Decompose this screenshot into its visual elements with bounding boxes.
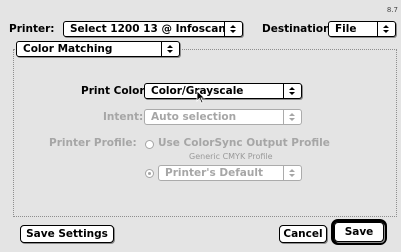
destination-label: Destination: [262,23,335,35]
printer-popup-value: Select 1200 13 @ Infoscan [70,23,226,35]
cancel-button[interactable]: Cancel [279,225,327,243]
colorsync-profile-option[interactable]: Use ColorSync Output Profile [158,137,330,149]
popup-arrows-icon [224,22,242,36]
version-label: 8.7 [386,6,398,14]
save-settings-button[interactable]: Save Settings [20,225,114,243]
printer-default-value: Printer's Default [165,167,263,179]
popup-arrows-icon [283,166,301,180]
popup-arrows-icon [283,84,301,98]
printer-default-radio[interactable] [145,169,154,178]
popup-arrows-icon [377,22,395,36]
print-dialog: 8.7 Printer: Select 1200 13 @ Infoscan D… [0,0,401,252]
printer-label: Printer: [9,23,55,35]
save-button[interactable]: Save [334,222,384,242]
printer-popup[interactable]: Select 1200 13 @ Infoscan [63,21,243,37]
popup-arrows-icon [283,110,301,124]
print-color-label: Print Color: [81,85,149,97]
mouse-pointer-icon [196,90,206,104]
panel-selector-popup[interactable]: Color Matching [16,41,180,57]
destination-popup-value: File [335,23,357,35]
intent-value: Auto selection [151,111,237,123]
popup-arrows-icon [161,42,179,56]
destination-popup[interactable]: File [328,21,396,37]
radio-selected-dot [148,172,151,175]
colorsync-profile-name: Generic CMYK Profile [189,152,273,161]
printer-default-popup[interactable]: Printer's Default [158,165,302,181]
print-color-popup[interactable]: Color/Grayscale [144,83,302,99]
printer-profile-label: Printer Profile: [49,137,137,149]
panel-group-box [13,49,397,217]
colorsync-profile-radio[interactable] [145,140,154,149]
panel-selector-value: Color Matching [23,43,113,55]
intent-popup[interactable]: Auto selection [144,109,302,125]
intent-label: Intent: [103,111,144,123]
